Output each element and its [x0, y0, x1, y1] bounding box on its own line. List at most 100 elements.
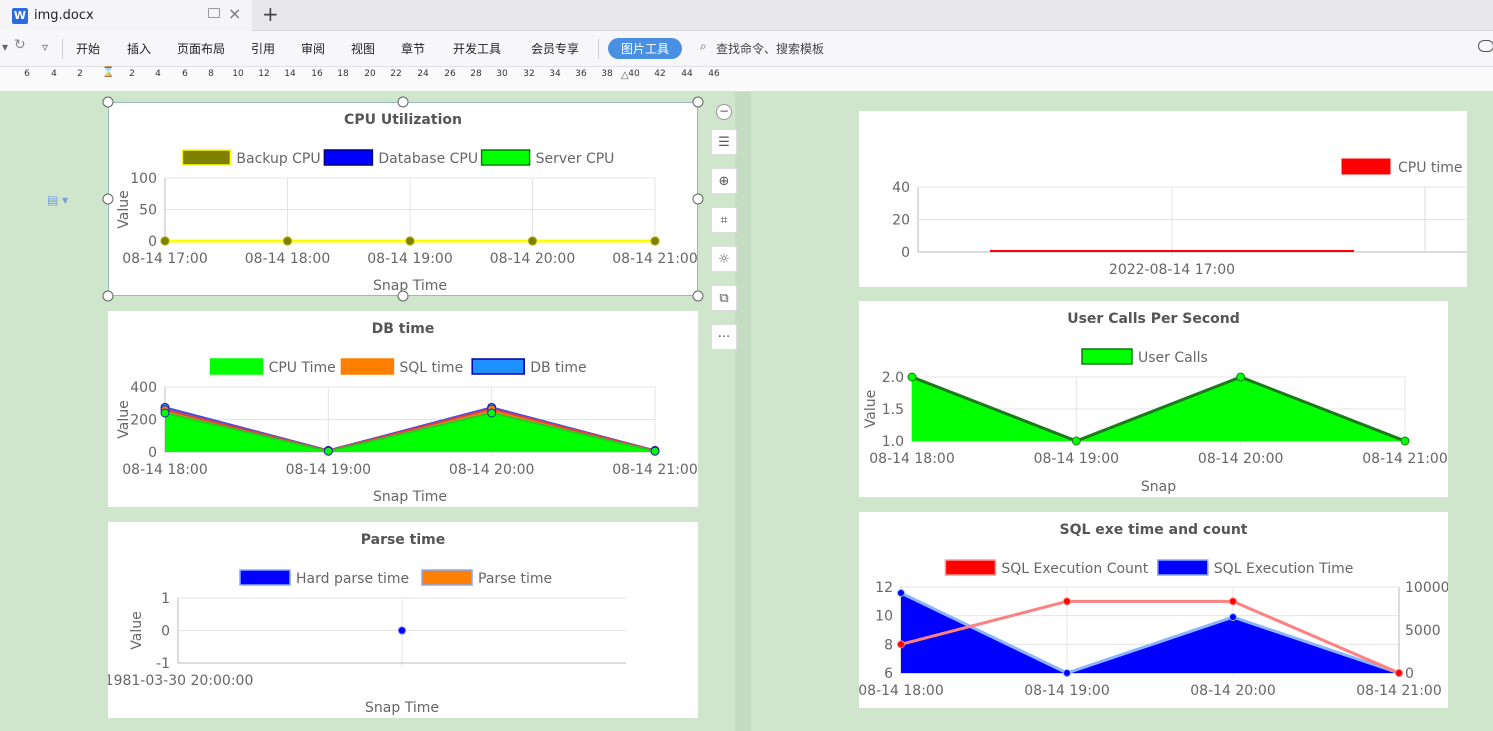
- word-doc-icon: W: [12, 7, 28, 24]
- y-tick-label: 12: [875, 580, 893, 596]
- y2-tick-label: 0: [1405, 666, 1414, 682]
- chart-user-calls[interactable]: User Calls Per Second Snap Value User Calls…: [859, 301, 1448, 497]
- y-tick-label: 40: [892, 180, 910, 196]
- chart-cpu-utilization[interactable]: CPU Utilization Snap Time Value Backup CPU D…: [108, 102, 698, 296]
- legend-swatch: [1157, 559, 1209, 576]
- resize-handle[interactable]: [692, 193, 704, 205]
- ruler-tick: 16: [311, 69, 323, 79]
- menu-insert[interactable]: 插入: [127, 40, 151, 57]
- chart-sql-exe[interactable]: SQL exe time and count SQL Execution Coun…: [858, 512, 1450, 708]
- resize-handle[interactable]: [102, 193, 114, 205]
- y-tick-label: 6: [884, 666, 893, 682]
- text-wrap-icon[interactable]: ☰: [711, 129, 737, 155]
- data-point: [160, 236, 170, 246]
- menu-page-layout[interactable]: 页面布局: [177, 40, 225, 57]
- legend-label: Hard parse time: [296, 571, 409, 587]
- menu-review[interactable]: 审阅: [301, 40, 325, 57]
- data-point: [897, 589, 905, 598]
- resize-handle[interactable]: [397, 96, 409, 108]
- resize-handle[interactable]: [692, 290, 704, 302]
- right-indent-marker-icon[interactable]: △: [621, 70, 629, 81]
- x-tick-label: 08-14 18:00: [859, 683, 944, 699]
- indent-marker-icon[interactable]: ⌛: [102, 67, 114, 78]
- chart-title: User Calls Per Second: [1067, 311, 1240, 327]
- ruler-tick: 20: [364, 69, 376, 79]
- ruler-tick: 42: [654, 69, 666, 79]
- resize-handle[interactable]: [397, 290, 409, 302]
- menu-home[interactable]: 开始: [76, 40, 100, 57]
- x-tick-label: 08-14 18:00: [245, 251, 330, 267]
- crop-icon[interactable]: ⌗: [711, 207, 737, 233]
- menu-dev-tools[interactable]: 开发工具: [453, 40, 501, 57]
- data-point: [1071, 436, 1081, 446]
- chart-title: SQL exe time and count: [1060, 522, 1248, 538]
- data-point: [1236, 372, 1246, 382]
- data-point: [1400, 436, 1410, 446]
- ruler-tick: 26: [444, 69, 456, 79]
- x-tick-label: 08-14 20:00: [1198, 451, 1283, 467]
- legend-swatch: [480, 149, 531, 166]
- ruler-tick: 10: [232, 69, 244, 79]
- y-tick-label: 400: [130, 380, 157, 396]
- menu-view[interactable]: 视图: [351, 40, 375, 57]
- resize-handle[interactable]: [102, 290, 114, 302]
- legend-label: CPU time: [1398, 160, 1463, 176]
- ruler-tick: 6: [24, 69, 30, 79]
- divider: [62, 39, 63, 59]
- x-tick-label: 08-14 21:00: [612, 251, 697, 267]
- horizontal-ruler[interactable]: 6 4 2 2 4 6 8 10 12 14 16 18 20 22 24 26 28 30 32 34 36 38 40 4…: [0, 67, 1493, 92]
- series-area: [901, 593, 1399, 673]
- legend-label: Backup CPU: [236, 151, 320, 167]
- chart-parse-time[interactable]: Parse time Snap Time Value Hard parse time P…: [105, 522, 698, 718]
- chart-cpu-time[interactable]: CPU time 40 20 0 2022-08-14 17:00: [859, 111, 1467, 287]
- document-tab[interactable]: W img.docx ×: [0, 0, 252, 31]
- x-tick-label: 08-14 19:00: [367, 251, 452, 267]
- x-tick-label: 08-14 18:00: [122, 462, 207, 478]
- cloud-sync-icon[interactable]: [1478, 40, 1493, 52]
- x-axis-title: Snap Time: [373, 489, 447, 505]
- title-bar: W img.docx × +: [0, 0, 1493, 31]
- close-tab-icon[interactable]: ×: [228, 4, 241, 23]
- menu-member[interactable]: 会员专享: [531, 40, 579, 57]
- ruler-tick: 12: [258, 69, 270, 79]
- ruler-tick: 4: [155, 69, 161, 79]
- y-tick-label: 0: [148, 234, 157, 250]
- legend-swatch: [421, 569, 473, 586]
- data-point: [487, 408, 497, 418]
- ruler-tick: 2: [129, 69, 135, 79]
- dropdown-arrow-icon[interactable]: ▾: [2, 40, 8, 54]
- ruler-tick: 6: [182, 69, 188, 79]
- zoom-in-icon[interactable]: ⊕: [711, 168, 737, 194]
- ruler-tick: 2: [77, 69, 83, 79]
- legend-swatch: [1081, 348, 1133, 365]
- resize-handle[interactable]: [692, 96, 704, 108]
- page-gap: [735, 92, 751, 731]
- menu-section[interactable]: 章节: [401, 40, 425, 57]
- search-command-input[interactable]: 查找命令、搜索模板: [716, 40, 824, 57]
- x-tick-label: 08-14 17:00: [122, 251, 207, 267]
- y-tick-label: 2.0: [882, 370, 904, 386]
- window-mode-icon[interactable]: [208, 8, 220, 18]
- x-tick-label: 2022-08-14 17:00: [1109, 262, 1235, 278]
- redo-icon[interactable]: ↻: [14, 37, 26, 53]
- lightbulb-icon[interactable]: ☼: [711, 246, 737, 272]
- new-tab-icon[interactable]: +: [262, 2, 279, 26]
- search-icon[interactable]: ⌕: [700, 39, 707, 54]
- menu-picture-tools[interactable]: 图片工具: [608, 38, 682, 59]
- resize-handle[interactable]: [102, 96, 114, 108]
- x-axis-title: Snap: [1141, 479, 1176, 495]
- y-tick-label: 8: [884, 637, 893, 653]
- collapse-icon[interactable]: −: [716, 104, 732, 120]
- legend-swatch: [471, 358, 525, 375]
- more-options-icon[interactable]: ···: [711, 324, 737, 350]
- data-point: [907, 372, 917, 382]
- divider: [598, 39, 599, 59]
- data-point: [398, 626, 406, 635]
- image-convert-icon[interactable]: ⧉: [711, 285, 737, 311]
- menu-references[interactable]: 引用: [251, 40, 275, 57]
- x-tick-label: 08-14 19:00: [1024, 683, 1109, 699]
- ruler-tick: 24: [417, 69, 429, 79]
- customize-arrow-icon[interactable]: ▿: [42, 40, 48, 54]
- chart-db-time[interactable]: DB time Snap Time Value CPU Time SQL time DB …: [108, 311, 698, 507]
- paragraph-options-icon[interactable]: ▤ ▾: [47, 193, 68, 207]
